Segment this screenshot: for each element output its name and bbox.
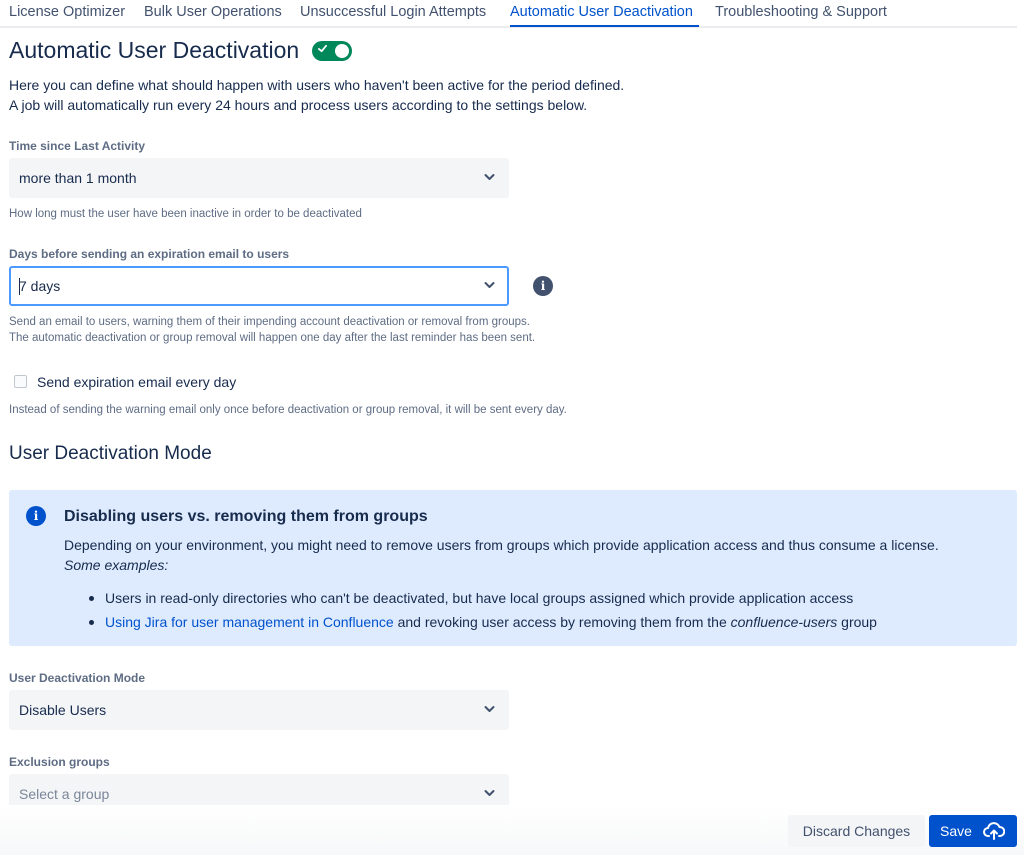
list-item: Users in read-only directories who can't… [86, 586, 877, 610]
time-since-last-activity-select[interactable]: more than 1 month [9, 158, 509, 198]
save-button-label: Save [940, 823, 972, 839]
deactivation-mode-value: Disable Users [19, 702, 107, 718]
tab-license-optimizer[interactable]: License Optimizer [9, 4, 125, 20]
deactivation-mode-select[interactable]: Disable Users [9, 690, 509, 730]
expiration-days-value: 7 days [19, 278, 61, 294]
info-panel-text: Depending on your environment, you might… [64, 535, 939, 575]
jira-user-management-link[interactable]: Using Jira for user management in Conflu… [105, 614, 394, 630]
send-every-day-help: Instead of sending the warning email onl… [9, 404, 567, 416]
info-panel: i Disabling users vs. removing them from… [9, 490, 1017, 646]
active-tab-indicator [510, 25, 699, 27]
expiration-days-help: Send an email to users, warning them of … [9, 314, 535, 346]
tab-troubleshooting-support[interactable]: Troubleshooting & Support [715, 4, 887, 20]
chevron-down-icon [484, 706, 495, 712]
section-title: User Deactivation Mode [9, 443, 212, 464]
discard-changes-button[interactable]: Discard Changes [788, 815, 925, 847]
page-title: Automatic User Deactivation [9, 37, 300, 63]
check-icon [318, 44, 327, 53]
exclusion-groups-placeholder: Select a group [19, 786, 110, 802]
info-panel-title: Disabling users vs. removing them from g… [64, 508, 428, 525]
chevron-down-icon [484, 790, 495, 796]
time-since-last-activity-help: How long must the user have been inactiv… [9, 208, 362, 220]
expiration-days-help-line-1: Send an email to users, warning them of … [9, 316, 530, 328]
expiration-days-label: Days before sending an expiration email … [9, 247, 290, 261]
info-icon: i [26, 506, 46, 526]
toggle-knob [335, 44, 349, 58]
example-2-text: and revoking user access by removing the… [393, 614, 731, 630]
intro-text: Here you can define what should happen w… [9, 75, 624, 115]
info-panel-description: Depending on your environment, you might… [64, 537, 939, 553]
cloud-upload-icon [983, 822, 1005, 840]
time-since-last-activity-value: more than 1 month [19, 170, 137, 186]
expiration-days-help-line-2: The automatic deactivation or group remo… [9, 332, 536, 344]
exclusion-groups-label: Exclusion groups [9, 755, 110, 769]
info-icon[interactable]: i [533, 276, 553, 296]
deactivation-mode-label: User Deactivation Mode [9, 671, 146, 685]
tab-bar: License Optimizer Bulk User Operations U… [0, 0, 1017, 28]
send-every-day-checkbox[interactable] [14, 375, 27, 388]
example-2-end: group [837, 614, 877, 630]
examples-list: Users in read-only directories who can't… [86, 586, 877, 634]
chevron-down-icon [484, 174, 495, 180]
info-panel-examples-label: Some examples: [64, 557, 169, 573]
list-item: Using Jira for user management in Conflu… [86, 610, 877, 634]
expiration-days-select[interactable]: 7 days [9, 266, 509, 306]
intro-line-2: A job will automatically run every 24 ho… [9, 97, 588, 113]
chevron-down-icon [484, 282, 495, 288]
send-every-day-label[interactable]: Send expiration email every day [37, 374, 236, 390]
tab-unsuccessful-login-attempts[interactable]: Unsuccessful Login Attempts [300, 4, 486, 20]
save-button[interactable]: Save [929, 815, 1017, 847]
time-since-last-activity-label: Time since Last Activity [9, 139, 146, 153]
intro-line-1: Here you can define what should happen w… [9, 77, 625, 93]
tab-automatic-user-deactivation[interactable]: Automatic User Deactivation [510, 4, 693, 20]
enable-toggle[interactable] [312, 41, 352, 61]
example-2-group: confluence-users [730, 614, 838, 630]
example-1-text: Users in read-only directories who can't… [105, 590, 854, 606]
tab-bulk-user-operations[interactable]: Bulk User Operations [144, 4, 282, 20]
